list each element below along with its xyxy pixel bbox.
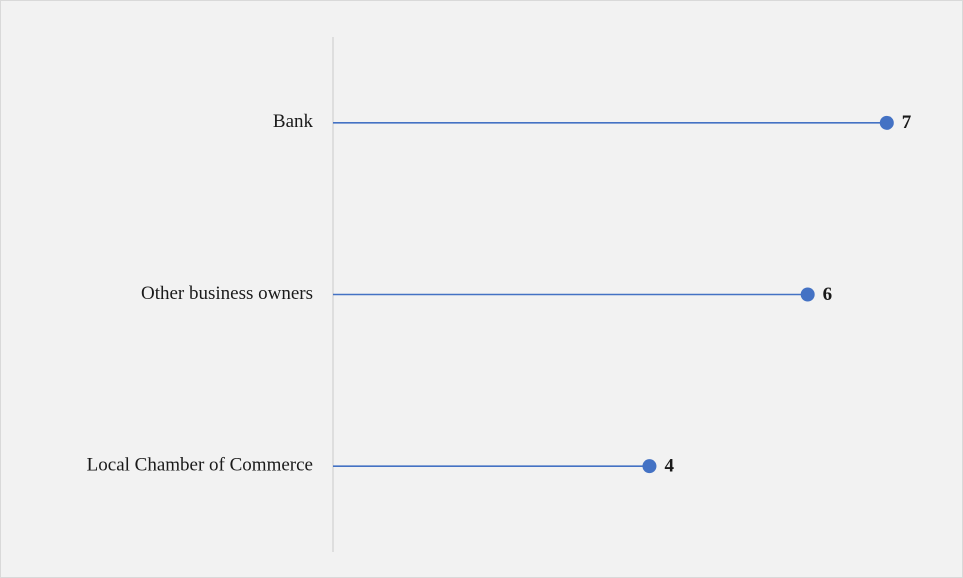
category-label-local-chamber-of-commerce: Local Chamber of Commerce (87, 455, 313, 476)
lollipop-dot-bank (879, 115, 894, 130)
chart-marks: Bank 7 Other business owners 6 Local Chamber… (87, 111, 912, 476)
value-label-other-business-owners: 6 (823, 284, 833, 305)
category-label-other-business-owners: Other business owners (141, 283, 313, 304)
value-label-local-chamber-of-commerce: 4 (664, 456, 674, 477)
value-label-bank: 7 (902, 112, 912, 133)
category-label-bank: Bank (273, 111, 314, 132)
lollipop-chart: Bank 7 Other business owners 6 Local Chamber… (87, 37, 912, 552)
lollipop-dot-other-business-owners (800, 287, 815, 302)
lollipop-dot-local-chamber-of-commerce (642, 459, 657, 474)
